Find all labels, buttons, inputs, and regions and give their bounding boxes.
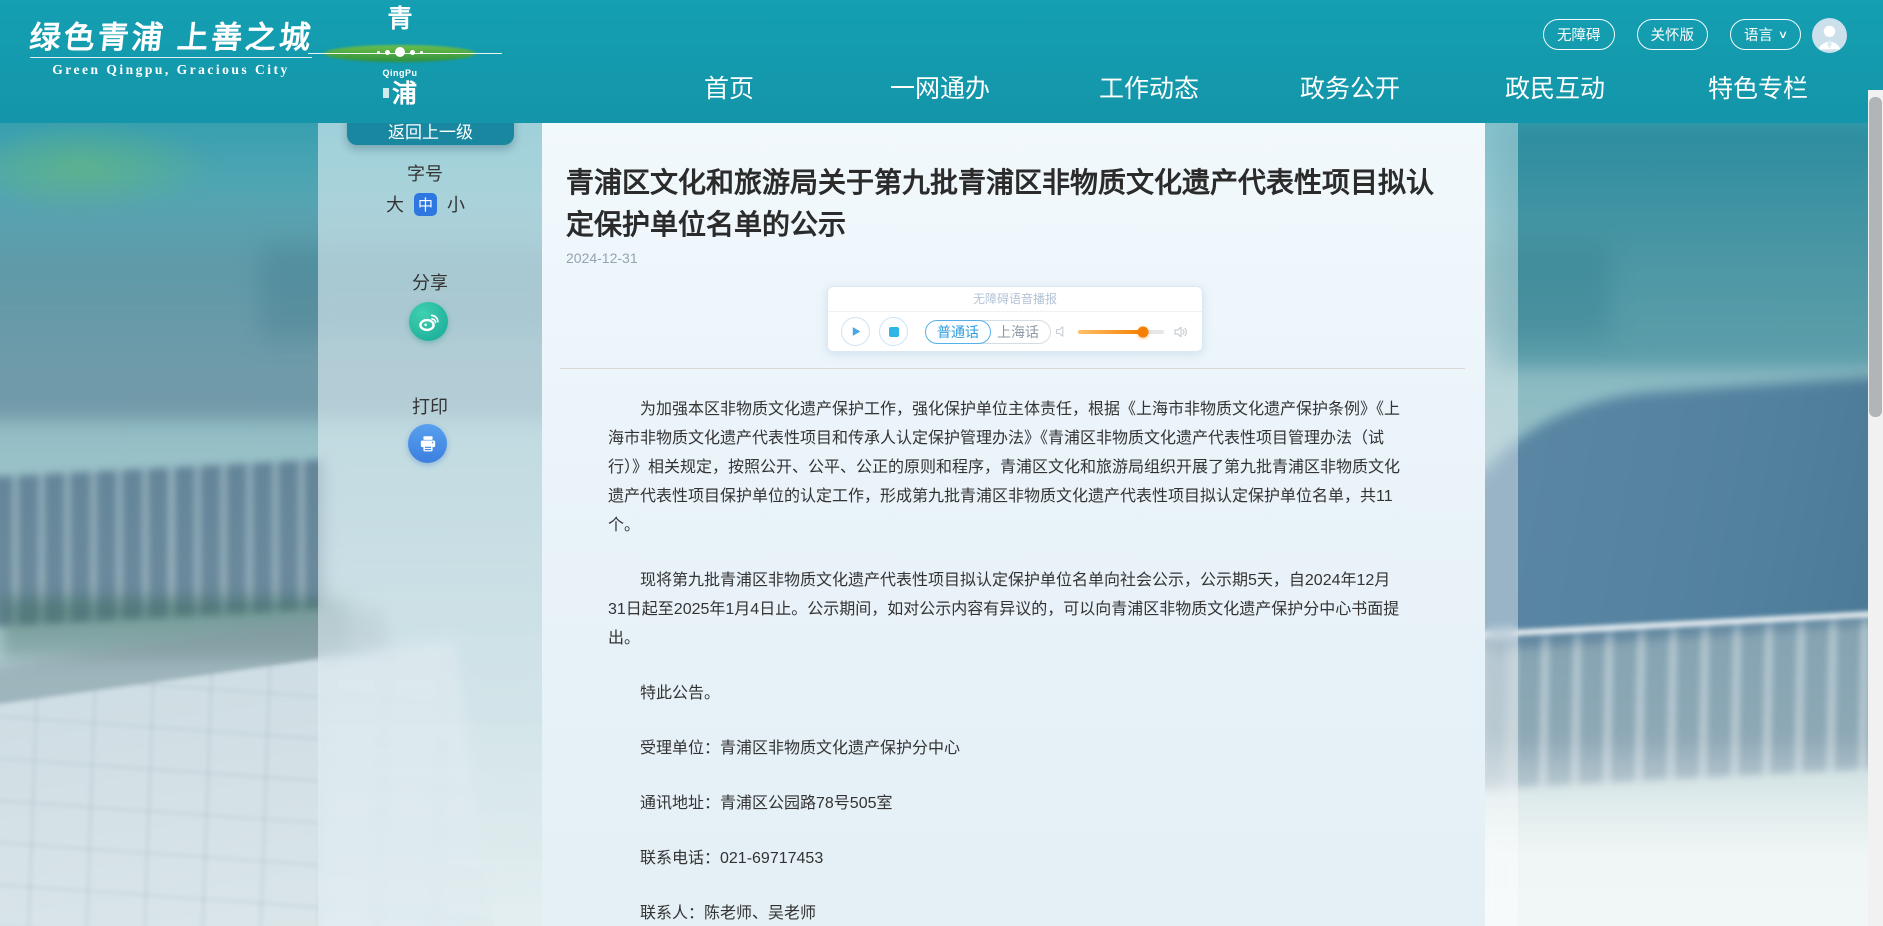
section-divider [560, 368, 1465, 369]
volume-fill [1078, 330, 1143, 334]
chevron-down-icon: ∨ [1778, 28, 1788, 41]
print-button[interactable] [408, 424, 447, 463]
font-size-label: 字号 [380, 160, 470, 186]
article-title: 青浦区文化和旅游局关于第九批青浦区非物质文化遗产代表性项目拟认定保护单位名单的公… [566, 162, 1448, 246]
font-size-options: 大 中 小 [386, 191, 465, 217]
page: 返回上一级 青浦区文化和旅游局关于第九批青浦区非物质文化遗产代表性项目拟认定保护… [0, 0, 1883, 926]
site-slogan-english: Green Qingpu, Gracious City [30, 62, 312, 78]
scrollbar-track[interactable] [1868, 90, 1883, 926]
audio-player-caption: 无障碍语音播报 [828, 287, 1202, 312]
weibo-icon [417, 310, 441, 334]
user-avatar[interactable] [1812, 18, 1847, 53]
volume-thumb[interactable] [1138, 326, 1149, 337]
paragraph: 联系电话：021-69717453 [608, 844, 1408, 873]
nav-services[interactable]: 一网通办 [890, 74, 990, 104]
article-body: 为加强本区非物质文化遗产保护工作，强化保护单位主体责任，根据《上海市非物质文化遗… [608, 395, 1408, 926]
logo-dots [330, 47, 470, 57]
play-icon [849, 325, 862, 338]
print-label: 打印 [385, 393, 475, 419]
right-frost-strip [1485, 123, 1518, 926]
site-header: 绿色青浦 上善之城 Green Qingpu, Gracious City 青 … [0, 0, 1883, 123]
care-version-button[interactable]: 关怀版 [1637, 19, 1709, 50]
site-slogan-chinese: 绿色青浦 上善之城 [28, 12, 318, 57]
slogan-underline [30, 57, 312, 58]
font-size-small[interactable]: 小 [447, 191, 465, 217]
printer-icon [417, 433, 439, 455]
user-icon [1812, 18, 1847, 53]
quick-buttons: 无障碍 关怀版 语言 ∨ [1543, 19, 1801, 50]
paragraph: 受理单位：青浦区非物质文化遗产保护分中心 [608, 734, 1408, 763]
qingpu-logo: 青 QingPu 浦 [330, 2, 470, 120]
nav-special[interactable]: 特色专栏 [1708, 74, 1808, 104]
volume-low-icon [1054, 324, 1069, 339]
language-toggle: 普通话 上海话 [925, 320, 1051, 344]
volume-high-icon [1173, 324, 1189, 340]
audio-player: 无障碍语音播报 普通话 上海话 [827, 286, 1203, 352]
nav-gov-info[interactable]: 政务公开 [1300, 74, 1400, 104]
logo-romanized: QingPu [330, 68, 470, 78]
nav-interaction[interactable]: 政民互动 [1505, 74, 1605, 104]
share-weibo-button[interactable] [409, 302, 448, 341]
language-button[interactable]: 语言 ∨ [1730, 19, 1801, 50]
paragraph: 联系人：陈老师、吴老师 [608, 899, 1408, 926]
font-size-large[interactable]: 大 [386, 191, 404, 217]
logo-char-top: 青 [330, 5, 470, 33]
audio-player-controls: 普通话 上海话 [828, 312, 1202, 351]
font-size-medium[interactable]: 中 [414, 193, 437, 216]
article-panel: 青浦区文化和旅游局关于第九批青浦区非物质文化遗产代表性项目拟认定保护单位名单的公… [542, 123, 1485, 926]
scrollbar-thumb[interactable] [1869, 97, 1882, 417]
accessibility-button[interactable]: 无障碍 [1543, 19, 1615, 50]
nav-home[interactable]: 首页 [704, 74, 754, 104]
paragraph: 特此公告。 [608, 679, 1408, 708]
language-option-mandarin[interactable]: 普通话 [925, 320, 991, 344]
logo-seal [383, 88, 389, 98]
article-date: 2024-12-31 [566, 250, 638, 266]
photo-right-band [1495, 123, 1883, 368]
share-label: 分享 [385, 269, 475, 295]
stop-icon [889, 327, 899, 337]
logo-char-bottom: 浦 [330, 80, 470, 108]
stop-button[interactable] [879, 317, 908, 346]
paragraph: 现将第九批青浦区非物质文化遗产代表性项目拟认定保护单位名单向社会公示，公示期5天… [608, 566, 1408, 653]
paragraph: 通讯地址：青浦区公园路78号505室 [608, 789, 1408, 818]
play-button[interactable] [841, 317, 870, 346]
volume-control [1054, 324, 1189, 340]
paragraph: 为加强本区非物质文化遗产保护工作，强化保护单位主体责任，根据《上海市非物质文化遗… [608, 395, 1408, 540]
tool-rail-background [318, 123, 542, 926]
nav-work-news[interactable]: 工作动态 [1099, 74, 1199, 104]
volume-slider[interactable] [1078, 330, 1164, 334]
